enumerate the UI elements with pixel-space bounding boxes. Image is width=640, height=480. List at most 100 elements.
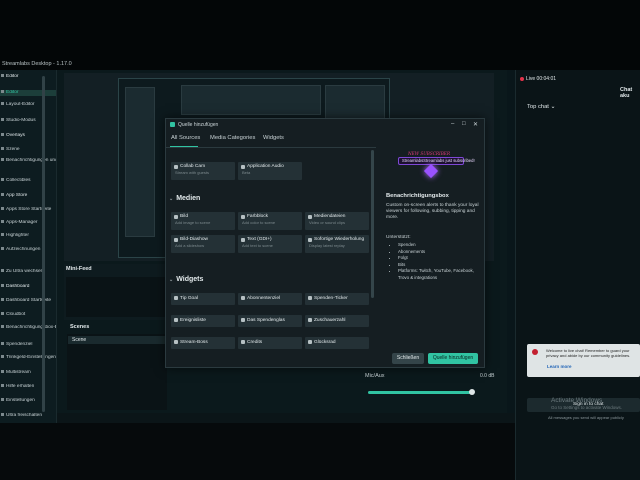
- sidebar-item[interactable]: Spendenziel: [0, 342, 56, 348]
- top-chat-dropdown[interactable]: Top chat ⌄: [527, 104, 555, 110]
- window-titlebar: [0, 0, 640, 70]
- chat-header: Chat aku: [620, 87, 633, 99]
- sidebar-item-label: Trinkgeld-Einstellungen: [6, 355, 56, 360]
- dialog-scrollbar[interactable]: [371, 150, 374, 298]
- source-card[interactable]: Ereignisliste: [171, 315, 235, 327]
- source-card[interactable]: Glücksrad: [305, 337, 369, 349]
- detail-description: Custom on-screen alerts to thank your lo…: [386, 203, 479, 220]
- source-card[interactable]: Credits: [238, 337, 302, 349]
- nav-icon: [1, 355, 4, 359]
- add-source-button[interactable]: Quelle hinzufügen: [428, 353, 478, 364]
- source-icon: [241, 296, 245, 300]
- nav-icon: [1, 269, 4, 273]
- learn-more-link[interactable]: Learn more: [547, 364, 572, 369]
- sidebar-item[interactable]: Highlighter: [0, 233, 56, 239]
- source-card-title: Ereignisliste: [180, 318, 206, 323]
- source-card[interactable]: Zuschauerzahl: [305, 315, 369, 327]
- source-icon: [308, 215, 312, 219]
- sidebar-item[interactable]: Benachrichtigungsbox-Einstellungen: [0, 325, 56, 331]
- source-card[interactable]: Application Audio Beta: [238, 162, 302, 180]
- source-card-title: Stream-Boss: [180, 340, 208, 345]
- sidebar-item[interactable]: Collectibles: [0, 178, 56, 184]
- sidebar-item[interactable]: Trinkgeld-Einstellungen: [0, 355, 56, 361]
- sidebar-item[interactable]: Szene: [0, 147, 56, 153]
- sidebar-item[interactable]: Overlays: [0, 133, 56, 139]
- sidebar-item[interactable]: App Store: [0, 193, 56, 199]
- sidebar-item[interactable]: Editor: [0, 90, 56, 96]
- nav-icon: [1, 74, 4, 78]
- source-card[interactable]: Bild Add image to scene: [171, 212, 235, 230]
- sidebar-item[interactable]: Studio-Modus: [0, 118, 56, 124]
- source-card[interactable]: Bild-Diashow Add a slideshow: [171, 235, 235, 253]
- streamlabs-logo-icon: [170, 122, 175, 127]
- source-card-subtitle: Display latest replay: [309, 243, 345, 248]
- sidebar-item[interactable]: Apps-Manager: [0, 220, 56, 226]
- tabs-divider: [166, 147, 376, 148]
- mic-db: 0.0 dB: [480, 373, 495, 379]
- sidebar-item[interactable]: Hilfe erhalten: [0, 384, 56, 390]
- source-card[interactable]: Text (GDI+) Add text to scene: [238, 235, 302, 253]
- chevron-down-icon: ⌄: [550, 104, 556, 110]
- sidebar-item[interactable]: Dashboard Startseite: [0, 298, 56, 304]
- sidebar-item-label: Cloudbot: [6, 312, 26, 317]
- scenes-list: [67, 334, 167, 410]
- sidebar-item-label: Apps-Manager: [6, 220, 38, 225]
- close-icon[interactable]: ✕: [473, 121, 478, 128]
- source-card[interactable]: Sofortige Wiederholung Display latest rep…: [305, 235, 369, 253]
- nav-icon: [1, 207, 4, 211]
- sidebar-item-label: Hilfe erhalten: [6, 384, 35, 389]
- sidebar-item[interactable]: Aufzeichnungen: [0, 247, 56, 253]
- media-section-header[interactable]: ⌄ Medien: [169, 195, 200, 202]
- scene-row[interactable]: Scene: [68, 336, 165, 344]
- chat-footer: All messages you send will appear public…: [548, 415, 624, 420]
- mic-volume-slider[interactable]: [368, 391, 472, 394]
- live-timer: Live 00:04:01: [526, 76, 557, 82]
- source-icon: [241, 165, 245, 169]
- left-sidebar: [0, 70, 57, 480]
- source-card[interactable]: Stream-Boss: [171, 337, 235, 349]
- source-card-title: Abonnentenziel: [247, 296, 281, 301]
- sidebar-item[interactable]: Ultra freischalten: [0, 413, 56, 419]
- sidebar-item[interactable]: Zu Ultra wechseln: [0, 269, 56, 275]
- source-card[interactable]: Das Spendenglas: [238, 315, 302, 327]
- source-card[interactable]: Abonnentenziel: [238, 293, 302, 305]
- sidebar-item[interactable]: Layout-Editor: [0, 102, 56, 108]
- source-card[interactable]: Tip Goal: [171, 293, 235, 305]
- sidebar-scrollbar[interactable]: [42, 76, 45, 412]
- alert-preview-heading: NEW SUBSCRIBER: [408, 151, 450, 156]
- sign-in-button[interactable]: Sign in to chat: [573, 402, 603, 407]
- source-icon: [174, 296, 178, 300]
- source-card[interactable]: Spenden-Ticker: [305, 293, 369, 305]
- maximize-icon[interactable]: □: [462, 121, 466, 127]
- sidebar-item[interactable]: Benachrichtigungen und Widgets: [0, 158, 56, 164]
- nav-icon: [1, 247, 4, 251]
- source-card[interactable]: Mediendateien Video or sound clips: [305, 212, 369, 230]
- source-card-title: Collab Cam: [180, 164, 206, 169]
- source-card[interactable]: Farbblock Add color to scene: [238, 212, 302, 230]
- source-card-title: Farbblock: [247, 214, 269, 219]
- source-icon: [241, 238, 245, 242]
- nav-icon: [1, 342, 4, 346]
- close-button[interactable]: Schließen: [392, 353, 424, 364]
- sidebar-item[interactable]: Dashboard: [0, 284, 56, 290]
- source-card[interactable]: Collab Cam Stream with guests: [171, 162, 235, 180]
- nav-icon: [1, 193, 4, 197]
- sidebar-item[interactable]: Cloudbot: [0, 312, 56, 318]
- nav-icon: [1, 413, 4, 417]
- sidebar-item[interactable]: Apps Store Startseite: [0, 207, 56, 213]
- sidebar-item[interactable]: Multistream: [0, 370, 56, 376]
- minimize-icon[interactable]: –: [451, 121, 454, 127]
- mic-volume-knob[interactable]: [469, 389, 475, 395]
- source-card-subtitle: Add a slideshow: [175, 243, 205, 248]
- source-icon: [174, 165, 178, 169]
- preview-sidebar: [125, 87, 155, 237]
- tab-all-sources[interactable]: All Sources: [171, 135, 200, 141]
- sidebar-item-label: App Store: [6, 193, 28, 198]
- widgets-section-header[interactable]: ⌄ Widgets: [169, 276, 203, 283]
- mini-feed-title: Mini-Feed: [66, 266, 92, 272]
- tab-widgets[interactable]: Widgets: [263, 135, 284, 141]
- tab-media-categories[interactable]: Media Categories: [210, 135, 255, 141]
- sidebar-item[interactable]: Einstellungen: [0, 398, 56, 404]
- sidebar-item[interactable]: Editor: [0, 74, 56, 80]
- source-icon: [174, 340, 178, 344]
